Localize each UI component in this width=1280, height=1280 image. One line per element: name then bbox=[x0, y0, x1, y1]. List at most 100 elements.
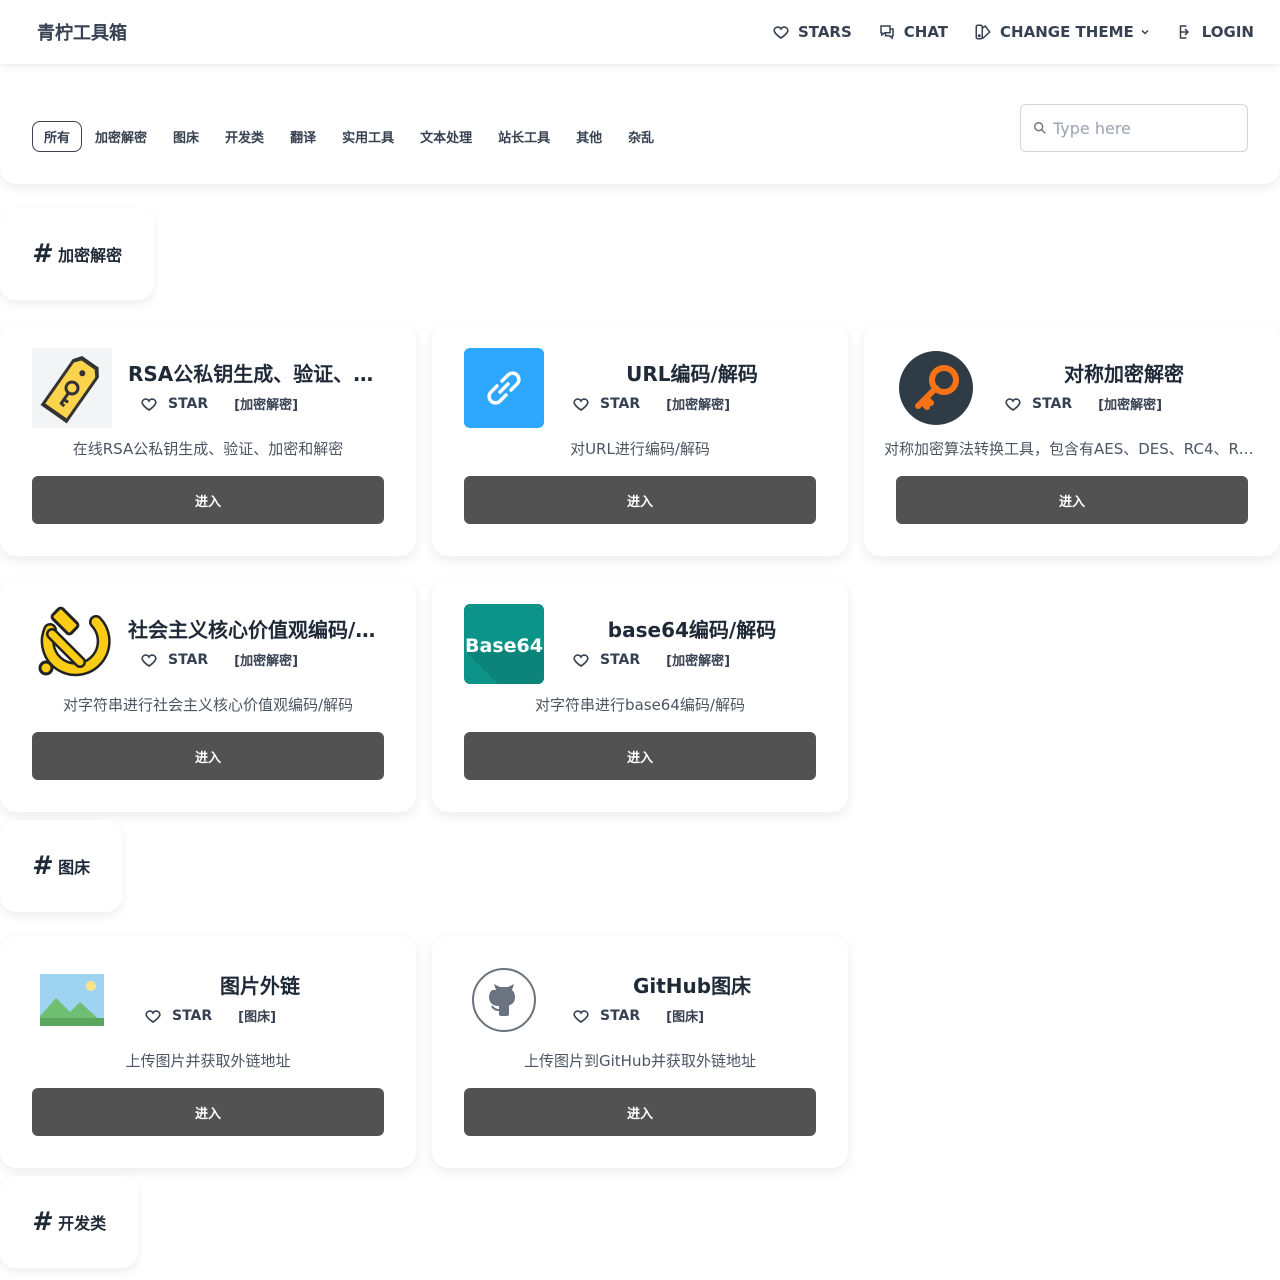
enter-button[interactable]: 进入 bbox=[896, 476, 1248, 524]
star-button[interactable]: STAR bbox=[572, 651, 640, 669]
chat-icon bbox=[880, 25, 894, 40]
tool-card-core-values: 社会主义核心价值观编码/解码 STAR [加密解密] 对字符串进行社会主义核心价… bbox=[0, 580, 416, 812]
card-description: 对字符串进行base64编码/解码 bbox=[535, 696, 745, 714]
category-tag: [加密解密] bbox=[666, 654, 731, 669]
star-button[interactable]: STAR bbox=[572, 395, 640, 413]
landscape-image-icon bbox=[40, 974, 104, 1026]
star-label: STAR bbox=[172, 1007, 213, 1024]
tool-card-symmetric: 对称加密解密 STAR [加密解密] 对称加密算法转换工具，包含有AES、DES… bbox=[864, 324, 1280, 556]
tab-dev[interactable]: 开发类 bbox=[212, 121, 277, 152]
tab-utilities[interactable]: 实用工具 bbox=[329, 121, 407, 152]
card-description: 上传图片到GitHub并获取外链地址 bbox=[524, 1052, 756, 1070]
card-description: 对URL进行编码/解码 bbox=[570, 440, 710, 458]
search-icon bbox=[1034, 122, 1046, 134]
nav-actions: STARS CHAT CHANGE THEME LOGIN bbox=[772, 0, 1254, 64]
category-tag: [加密解密] bbox=[1098, 398, 1163, 413]
star-label: STAR bbox=[168, 651, 209, 668]
chat-button[interactable]: CHAT bbox=[878, 23, 948, 41]
tool-card-url: URL编码/解码 STAR [加密解密] 对URL进行编码/解码 进入 bbox=[432, 324, 848, 556]
section-header-dev: # 开发类 bbox=[0, 1176, 139, 1268]
tool-card-rsa: RSA公私钥生成、验证、加密和解密 STAR [加密解密] 在线RSA公私钥生成… bbox=[0, 324, 416, 556]
card-meta: STAR [图床] bbox=[144, 1006, 276, 1025]
tab-text[interactable]: 文本处理 bbox=[407, 121, 485, 152]
tab-all[interactable]: 所有 bbox=[32, 120, 83, 152]
tab-image-host[interactable]: 图床 bbox=[160, 121, 212, 152]
section-title: 图床 bbox=[58, 858, 91, 877]
login-button[interactable]: LOGIN bbox=[1176, 23, 1254, 41]
card-title: base64编码/解码 bbox=[607, 618, 777, 642]
tab-misc[interactable]: 杂乱 bbox=[615, 121, 667, 152]
tool-card-github: GitHub图床 STAR [图床] 上传图片到GitHub并获取外链地址 进入 bbox=[432, 936, 848, 1168]
palette-icon bbox=[975, 24, 991, 40]
tab-translate[interactable]: 翻译 bbox=[277, 121, 329, 152]
star-button[interactable]: STAR bbox=[1004, 395, 1072, 413]
heart-icon bbox=[1005, 397, 1021, 411]
star-button[interactable]: STAR bbox=[140, 651, 208, 669]
card-title: 对称加密解密 bbox=[1064, 362, 1184, 386]
enter-button[interactable]: 进入 bbox=[32, 1088, 384, 1136]
star-button[interactable]: STAR bbox=[144, 1007, 212, 1025]
tool-card-base64: Base64 base64编码/解码 STAR [加密解密] 对字符串进行bas… bbox=[432, 580, 848, 812]
card-title: RSA公私钥生成、验证、加密和解密 bbox=[128, 362, 392, 386]
section-header-crypto: # 加密解密 bbox=[0, 208, 155, 300]
section-header-image-host: # 图床 bbox=[0, 820, 123, 912]
heart-icon bbox=[773, 26, 789, 39]
category-tabs: 所有 加密解密 图床 开发类 翻译 实用工具 文本处理 站长工具 其他 杂乱 bbox=[32, 120, 667, 152]
login-icon bbox=[1179, 25, 1189, 39]
enter-button[interactable]: 进入 bbox=[464, 732, 816, 780]
stars-label: STARS bbox=[797, 23, 852, 41]
card-description: 上传图片并获取外链地址 bbox=[125, 1052, 291, 1070]
heart-icon bbox=[573, 653, 589, 667]
card-meta: STAR [加密解密] bbox=[140, 650, 298, 669]
category-tag: [加密解密] bbox=[666, 398, 731, 413]
login-label: LOGIN bbox=[1201, 23, 1254, 41]
card-title: GitHub图床 bbox=[632, 974, 752, 998]
hash-icon: # bbox=[32, 1207, 51, 1237]
tab-webmaster[interactable]: 站长工具 bbox=[485, 121, 563, 152]
enter-button[interactable]: 进入 bbox=[464, 476, 816, 524]
tab-other[interactable]: 其他 bbox=[563, 121, 615, 152]
star-label: STAR bbox=[600, 1007, 641, 1024]
link-icon bbox=[464, 348, 544, 428]
heart-icon bbox=[145, 1009, 161, 1023]
category-tag: [图床] bbox=[666, 1010, 705, 1025]
card-meta: STAR [加密解密] bbox=[572, 394, 730, 413]
category-tag: [图床] bbox=[238, 1010, 277, 1025]
hash-icon: # bbox=[32, 851, 51, 881]
heart-icon bbox=[141, 397, 157, 411]
heart-icon bbox=[573, 397, 589, 411]
card-meta: STAR [图床] bbox=[572, 1006, 704, 1025]
rsa-key-tag-icon bbox=[32, 348, 112, 428]
enter-button[interactable]: 进入 bbox=[464, 1088, 816, 1136]
app-title[interactable]: 青柠工具箱 bbox=[37, 19, 127, 45]
card-description: 对称加密算法转换工具，包含有AES、DES、RC4、Rabbit、TripleD… bbox=[884, 440, 1260, 458]
enter-button[interactable]: 进入 bbox=[32, 732, 384, 780]
change-theme-label: CHANGE THEME bbox=[1000, 23, 1134, 41]
hash-icon: # bbox=[32, 239, 51, 269]
filter-bar: 所有 加密解密 图床 开发类 翻译 实用工具 文本处理 站长工具 其他 杂乱 bbox=[0, 72, 1280, 184]
tool-card-image-link: 图片外链 STAR [图床] 上传图片并获取外链地址 进入 bbox=[0, 936, 416, 1168]
star-label: STAR bbox=[600, 395, 641, 412]
star-label: STAR bbox=[168, 395, 209, 412]
category-tag: [加密解密] bbox=[234, 398, 299, 413]
card-title: 社会主义核心价值观编码/解码 bbox=[128, 618, 392, 642]
card-title: 图片外链 bbox=[220, 974, 300, 998]
section-title: 开发类 bbox=[58, 1214, 107, 1233]
search-input[interactable] bbox=[1053, 118, 1233, 138]
base64-icon-text: Base64 bbox=[465, 635, 543, 657]
change-theme-button[interactable]: CHANGE THEME bbox=[974, 23, 1150, 41]
star-label: STAR bbox=[1032, 395, 1073, 412]
star-button[interactable]: STAR bbox=[140, 395, 208, 413]
chat-label: CHAT bbox=[903, 23, 949, 41]
card-meta: STAR [加密解密] bbox=[572, 650, 730, 669]
heart-icon bbox=[573, 1009, 589, 1023]
card-title: URL编码/解码 bbox=[626, 362, 758, 386]
stars-button[interactable]: STARS bbox=[772, 23, 852, 41]
tab-crypto[interactable]: 加密解密 bbox=[82, 121, 160, 152]
github-icon bbox=[472, 968, 536, 1032]
enter-button[interactable]: 进入 bbox=[32, 476, 384, 524]
card-description: 对字符串进行社会主义核心价值观编码/解码 bbox=[62, 696, 354, 714]
key-icon bbox=[899, 351, 973, 425]
category-tag: [加密解密] bbox=[234, 654, 299, 669]
star-button[interactable]: STAR bbox=[572, 1007, 640, 1025]
